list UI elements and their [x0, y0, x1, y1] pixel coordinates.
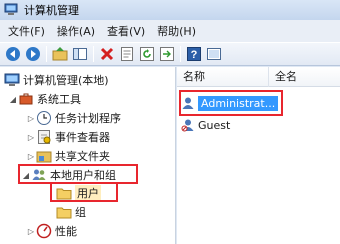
title-bar: 计算机管理: [0, 0, 340, 20]
navigation-tree: 计算机管理(本地) ◢ 系统工具 ▷ 任务计划程序 ▷ 事件查看器 ▷ 共享文件…: [0, 67, 176, 244]
tree-label-performance: 性能: [55, 225, 77, 238]
up-folder-icon[interactable]: [51, 45, 69, 63]
help-icon[interactable]: ?: [185, 45, 203, 63]
tree-node-performance[interactable]: ▷ 性能: [26, 222, 77, 240]
tree-node-local-users-groups[interactable]: ◢ 本地用户和组: [21, 166, 116, 184]
tree-label-groups: 组: [75, 206, 86, 219]
users-group-icon: [31, 167, 47, 183]
expand-arrow-icon[interactable]: ▷: [26, 222, 36, 240]
toolbox-icon: [18, 91, 34, 107]
folder-icon: [56, 185, 72, 201]
svg-text:?: ?: [191, 49, 198, 61]
console-icon[interactable]: [205, 45, 223, 63]
expand-arrow-icon[interactable]: ▷: [26, 147, 36, 165]
tree-node-root[interactable]: 计算机管理(本地): [4, 71, 109, 89]
tree-label-event-viewer: 事件查看器: [55, 131, 110, 144]
expand-arrow-icon[interactable]: ▷: [26, 109, 36, 127]
delete-icon[interactable]: [98, 45, 116, 63]
tree-label-system-tools: 系统工具: [37, 93, 81, 106]
tree-node-users[interactable]: 用户: [56, 184, 101, 202]
tree-label-users: 用户: [75, 185, 101, 201]
menu-file[interactable]: 文件(F): [5, 23, 54, 39]
window-title: 计算机管理: [24, 4, 79, 17]
toolbar-separator: [180, 46, 181, 62]
column-header-fullname[interactable]: 全名: [269, 67, 297, 87]
computer-management-icon: [4, 3, 18, 17]
tree-node-system-tools[interactable]: ◢ 系统工具: [8, 90, 81, 108]
toolbar-separator: [93, 46, 94, 62]
guest-user-icon: [181, 118, 195, 132]
forward-icon[interactable]: [24, 45, 42, 63]
event-viewer-icon: [36, 129, 52, 145]
back-icon[interactable]: [4, 45, 22, 63]
toolbar: ?: [0, 42, 340, 66]
list-item-label: Guest: [198, 118, 231, 132]
clock-icon: [36, 110, 52, 126]
tree-node-groups[interactable]: 组: [56, 203, 86, 221]
properties-icon[interactable]: [118, 45, 136, 63]
tree-label-local-users-groups: 本地用户和组: [50, 169, 116, 182]
user-icon: [181, 96, 195, 110]
expand-arrow-icon[interactable]: ▷: [26, 128, 36, 146]
folder-icon: [56, 204, 72, 220]
collapse-arrow-icon[interactable]: ◢: [21, 166, 31, 184]
computer-management-icon: [4, 72, 20, 88]
shared-folder-icon: [36, 148, 52, 164]
details-list: 名称 全名 Administrat... Guest: [177, 66, 340, 244]
tree-label-root: 计算机管理(本地): [23, 74, 109, 87]
export-icon[interactable]: [158, 45, 176, 63]
menu-view[interactable]: 查看(V): [104, 23, 154, 39]
refresh-icon[interactable]: [138, 45, 156, 63]
menu-action[interactable]: 操作(A): [54, 23, 104, 39]
menu-bar: 文件(F) 操作(A) 查看(V) 帮助(H): [0, 20, 340, 42]
tree-label-task-scheduler: 任务计划程序: [55, 112, 121, 125]
show-hide-tree-icon[interactable]: [71, 45, 89, 63]
performance-icon: [36, 223, 52, 239]
list-item-guest[interactable]: Guest: [181, 116, 230, 134]
column-header-name[interactable]: 名称: [177, 66, 269, 87]
menu-help[interactable]: 帮助(H): [154, 23, 205, 39]
collapse-arrow-icon[interactable]: ◢: [8, 90, 18, 108]
tree-node-shared-folders[interactable]: ▷ 共享文件夹: [26, 147, 110, 165]
list-header: 名称 全名: [177, 66, 340, 87]
list-item-label: Administrat...: [198, 95, 279, 111]
tree-node-task-scheduler[interactable]: ▷ 任务计划程序: [26, 109, 121, 127]
list-item-administrator[interactable]: Administrat...: [181, 94, 279, 112]
tree-label-shared-folders: 共享文件夹: [55, 150, 110, 163]
toolbar-separator: [46, 46, 47, 62]
tree-node-event-viewer[interactable]: ▷ 事件查看器: [26, 128, 110, 146]
